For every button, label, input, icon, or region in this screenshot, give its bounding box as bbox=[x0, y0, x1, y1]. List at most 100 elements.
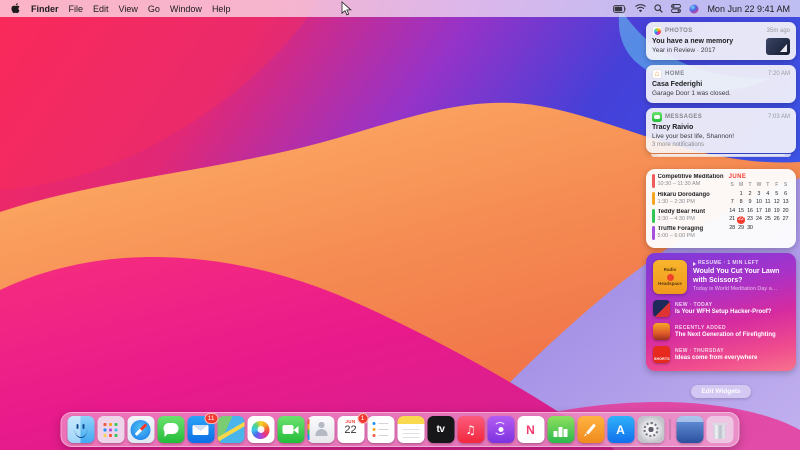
calendar-date[interactable]: 5 bbox=[772, 191, 781, 199]
event-title: Hikaru Dorodango bbox=[657, 191, 710, 198]
calendar-event[interactable]: Hikaru Dorodango 1:30 – 2:30 PM bbox=[652, 191, 724, 206]
dock-item-safari[interactable] bbox=[127, 416, 154, 443]
calendar-date[interactable]: 10 bbox=[754, 199, 763, 207]
notification-title: Casa Federighi bbox=[652, 81, 703, 88]
dock-item-maps[interactable] bbox=[217, 416, 244, 443]
dock-item-system-preferences[interactable] bbox=[637, 416, 664, 443]
calendar-date[interactable]: 9 bbox=[745, 199, 754, 207]
siri-icon[interactable] bbox=[689, 4, 699, 14]
calendar-date bbox=[728, 191, 737, 199]
menu-go[interactable]: Go bbox=[148, 4, 160, 14]
podcast-episode-featured[interactable]: Radio Headspace RESUME · 1 MIN LEFT Woul… bbox=[653, 260, 789, 295]
calendar-event[interactable]: Teddy Bear Hunt 3:30 – 4:30 PM bbox=[652, 208, 724, 223]
dock-item-launchpad[interactable] bbox=[97, 416, 124, 443]
calendar-date[interactable]: 20 bbox=[781, 208, 790, 216]
notification-home[interactable]: HOME 7:20 AM Casa Federighi Garage Door … bbox=[646, 65, 796, 103]
dock-item-tv[interactable]: tv bbox=[427, 416, 454, 443]
notification-title: You have a new memory bbox=[652, 38, 734, 46]
calendar-date[interactable]: 18 bbox=[763, 208, 772, 216]
calendar-date[interactable]: 17 bbox=[754, 208, 763, 216]
menu-file[interactable]: File bbox=[69, 4, 84, 14]
safari-icon bbox=[127, 416, 154, 443]
dock-item-downloads[interactable] bbox=[676, 416, 703, 443]
dock-item-news[interactable]: N bbox=[517, 416, 544, 443]
calendar-date[interactable]: 13 bbox=[781, 199, 790, 207]
calendar-event[interactable]: Competitive Meditation 10:30 – 11:30 AM bbox=[652, 174, 724, 189]
menu-help[interactable]: Help bbox=[212, 4, 231, 14]
dock-item-finder[interactable] bbox=[67, 416, 94, 443]
dock-item-contacts[interactable] bbox=[307, 416, 334, 443]
podcast-episode[interactable]: SHORTS NEW · THURSDAY Ideas come from ever… bbox=[653, 346, 789, 364]
event-title: Truffle Foraging bbox=[657, 226, 704, 233]
notification-title: Tracy Raivio bbox=[652, 123, 694, 131]
battery-icon[interactable] bbox=[613, 4, 627, 13]
episode-status-badge: NEW · THURSDAY bbox=[675, 347, 725, 354]
control-center-icon[interactable] bbox=[671, 4, 682, 13]
calendar-date[interactable]: 8 bbox=[737, 199, 746, 207]
dock-item-facetime[interactable] bbox=[277, 416, 304, 443]
calendar-date[interactable]: 15 bbox=[737, 208, 746, 216]
dock: 11 JUN221 tv N A bbox=[60, 412, 740, 447]
dock-item-podcasts[interactable] bbox=[487, 416, 514, 443]
calendar-widget[interactable]: Competitive Meditation 10:30 – 11:30 AM Hi… bbox=[646, 169, 796, 249]
calendar-date[interactable]: 6 bbox=[781, 191, 790, 199]
podcast-artwork: SHORTS bbox=[653, 346, 670, 364]
menu-edit[interactable]: Edit bbox=[93, 4, 109, 14]
calendar-date[interactable]: 24 bbox=[754, 216, 763, 224]
podcasts-widget[interactable]: Radio Headspace RESUME · 1 MIN LEFT Woul… bbox=[646, 253, 796, 372]
calendar-date[interactable]: 1 bbox=[737, 191, 746, 199]
dock-item-photos[interactable] bbox=[247, 416, 274, 443]
menu-bar-clock[interactable]: Mon Jun 22 9:41 AM bbox=[707, 4, 790, 14]
dock-item-trash[interactable] bbox=[706, 416, 733, 443]
search-icon[interactable] bbox=[654, 4, 664, 13]
calendar-date[interactable]: 11 bbox=[763, 199, 772, 207]
dock-item-numbers[interactable] bbox=[547, 416, 574, 443]
calendar-date[interactable]: 30 bbox=[745, 225, 754, 233]
event-time: 1:30 – 2:30 PM bbox=[657, 198, 695, 205]
dock-item-app-store[interactable]: A bbox=[607, 416, 634, 443]
edit-widgets-button[interactable]: Edit Widgets bbox=[691, 385, 751, 399]
dock-item-calendar[interactable]: JUN 22 1 bbox=[337, 413, 368, 443]
artwork-text: Radio bbox=[663, 266, 677, 272]
podcast-episode[interactable]: RECENTLY ADDED The Next Generation of Fir… bbox=[653, 323, 789, 341]
calendar-date[interactable]: 27 bbox=[781, 216, 790, 224]
menu-bar: Finder File Edit View Go Window Help Mon Jun … bbox=[0, 0, 800, 17]
calendar-day-header: M bbox=[739, 182, 743, 189]
menu-window[interactable]: Window bbox=[170, 4, 202, 14]
notification-messages[interactable]: MESSAGES 7:03 AM Tracy Raivio Live your … bbox=[646, 107, 796, 154]
calendar-date[interactable]: 21 bbox=[728, 216, 737, 224]
calendar-date[interactable]: 28 bbox=[728, 225, 737, 233]
notification-count-badge: 1 bbox=[357, 413, 368, 424]
calendar-date[interactable]: 29 bbox=[737, 225, 746, 233]
wifi-icon[interactable] bbox=[635, 4, 647, 13]
calendar-date[interactable]: 25 bbox=[763, 216, 772, 224]
calendar-date[interactable]: 2 bbox=[745, 191, 754, 199]
notification-photos[interactable]: PHOTOS 35m ago You have a new memory Yea… bbox=[646, 22, 796, 60]
calendar-date[interactable]: 23 bbox=[745, 216, 754, 224]
calendar-date[interactable]: 3 bbox=[754, 191, 763, 199]
calendar-date[interactable]: 19 bbox=[772, 208, 781, 216]
notification-subtitle: Live your best life, Shannon! bbox=[652, 132, 735, 140]
app-store-icon: A bbox=[607, 416, 634, 443]
podcast-episode[interactable]: NEW · TODAY Is Your WFH Setup Hacker-Proo… bbox=[653, 300, 789, 318]
desktop: Finder File Edit View Go Window Help Mon Jun … bbox=[0, 0, 800, 450]
calendar-event[interactable]: Truffle Foraging 5:00 – 6:00 PM bbox=[652, 226, 724, 240]
calendar-today[interactable]: 22 bbox=[736, 216, 746, 224]
dock-item-notes[interactable] bbox=[397, 416, 424, 443]
photos-app-icon bbox=[652, 26, 662, 36]
calendar-day-header: T bbox=[766, 182, 770, 189]
dock-item-mail[interactable]: 11 bbox=[187, 413, 218, 443]
calendar-date[interactable]: 4 bbox=[763, 191, 772, 199]
calendar-date[interactable]: 26 bbox=[772, 216, 781, 224]
dock-item-reminders[interactable] bbox=[367, 416, 394, 443]
calendar-date[interactable]: 7 bbox=[728, 199, 737, 207]
dock-item-messages[interactable] bbox=[157, 416, 184, 443]
calendar-date[interactable]: 12 bbox=[772, 199, 781, 207]
calendar-date[interactable]: 16 bbox=[745, 208, 754, 216]
dock-item-music[interactable] bbox=[457, 416, 484, 443]
apple-menu[interactable] bbox=[10, 2, 21, 15]
menu-view[interactable]: View bbox=[119, 4, 138, 14]
calendar-date[interactable]: 14 bbox=[728, 208, 737, 216]
app-menu-finder[interactable]: Finder bbox=[31, 4, 59, 14]
dock-item-pages[interactable] bbox=[577, 416, 604, 443]
